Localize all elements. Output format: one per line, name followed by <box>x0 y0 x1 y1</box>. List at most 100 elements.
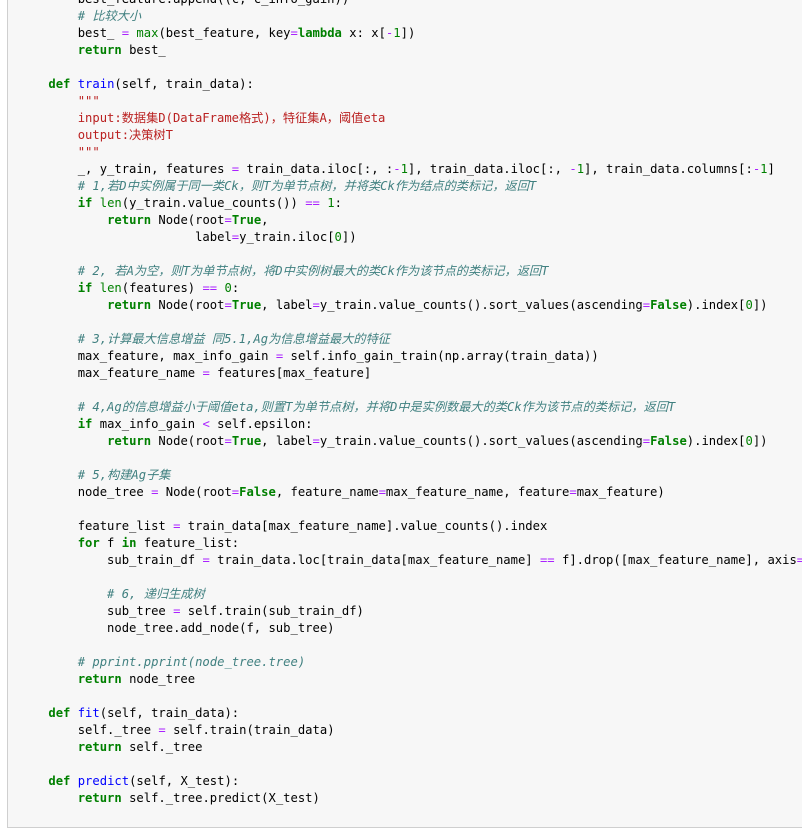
builtin: max <box>136 26 159 40</box>
code-text: (y_train.value_counts()) <box>121 196 306 210</box>
code-text: f <box>99 536 122 550</box>
operator: = <box>158 723 166 737</box>
code-text: node_tree <box>121 672 196 686</box>
comment: # 4,Ag的信息增益小于阈值eta,则置T为单节点树，并将D中是实例数最大的类… <box>19 400 676 414</box>
code-line: # 5,构建Ag子集 <box>19 467 802 484</box>
code-text: : <box>231 281 240 295</box>
code-text: ]) <box>752 298 768 312</box>
code-text: node_tree.add_node(f, sub_tree) <box>19 621 335 635</box>
code-text: Node(root <box>151 434 225 448</box>
keyword: def <box>48 77 71 91</box>
code-line: node_tree = Node(root = False, feature_nam… <box>19 484 802 501</box>
function-name: fit <box>77 706 100 720</box>
operator: == <box>539 553 555 567</box>
string: output:决策树T <box>19 128 173 142</box>
code-text: node_tree <box>19 485 152 499</box>
code-text: self._tree <box>121 740 203 754</box>
keyword: def <box>48 706 71 720</box>
code-line: sub_tree = self.train(sub_train_df) <box>19 603 802 620</box>
code-text: sub_tree <box>19 604 174 618</box>
builtin: len <box>99 281 122 295</box>
operator: = <box>224 298 232 312</box>
code-line: for f in feature_list: <box>19 535 802 552</box>
operator: = <box>312 298 320 312</box>
code-line: # 2, 若A为空，则T为单节点树，将D中实例树最大的类Ck作为该节点的类标记，… <box>19 263 802 280</box>
comment: # 6, 递归生成树 <box>19 587 205 601</box>
operator: - <box>393 162 401 176</box>
code-line: # 4,Ag的信息增益小于阈值eta,则置T为单节点树，并将D中是实例数最大的类… <box>19 399 802 416</box>
function-name: train <box>77 77 115 91</box>
code-text: y_train.iloc[ <box>239 230 335 244</box>
code-text: self.train(sub_train_df) <box>180 604 364 618</box>
code-line: best_feature.append((c, c_info_gain)) <box>19 0 802 8</box>
function-name: predict <box>77 774 130 788</box>
code-line: # 比较大小 <box>19 8 802 25</box>
code-line: max_feature_name = features[max_feature] <box>19 365 802 382</box>
code-text: label <box>19 230 232 244</box>
operator: = <box>642 434 651 448</box>
code-text: ], train_data.columns[: <box>584 162 753 176</box>
number: 1 <box>760 162 768 176</box>
code-text: f].drop([max_feature_name], axis <box>554 553 797 567</box>
code-text: y_train.value_counts().sort_values(ascen… <box>319 434 643 448</box>
code-line: max_feature, max_info_gain = self.info_g… <box>19 348 802 365</box>
operator: = <box>796 553 802 567</box>
builtin: len <box>99 196 122 210</box>
keyword: True <box>231 434 262 448</box>
keyword: True <box>231 213 262 227</box>
code-line: def predict(self, X_test): <box>19 773 802 790</box>
code-cell[interactable]: best_feature.append((c, c_info_gain)) # … <box>7 0 802 828</box>
code-text: ]) <box>752 434 768 448</box>
code-text: feature_list <box>19 519 174 533</box>
operator: < <box>202 417 210 431</box>
comment: # 2, 若A为空，则T为单节点树，将D中实例树最大的类Ck作为该节点的类标记，… <box>19 264 549 278</box>
code-text: max_feature_name <box>19 366 203 380</box>
keyword: False <box>239 485 276 499</box>
operator: = <box>569 485 577 499</box>
code-text: feature_list: <box>136 536 240 550</box>
code-text: (best_feature, key <box>158 26 291 40</box>
code-text: ] <box>767 162 775 176</box>
code-text: train_data[max_feature_name].value_count… <box>180 519 548 533</box>
code-text: best_feature.append((c, c_info_gain)) <box>19 0 350 6</box>
number: 1 <box>393 26 401 40</box>
number: 0 <box>745 298 753 312</box>
code-text: (self, train_data): <box>99 706 240 720</box>
operator: = <box>224 434 232 448</box>
number: 1 <box>400 162 408 176</box>
code-text: sub_train_df <box>19 553 203 567</box>
code-text: y_train.value_counts().sort_values(ascen… <box>319 298 643 312</box>
operator: = <box>202 366 210 380</box>
operator: == <box>202 281 218 295</box>
code-text: Node(root <box>151 298 225 312</box>
code-line: feature_list = train_data[max_feature_na… <box>19 518 802 535</box>
code-editor[interactable]: best_feature.append((c, c_info_gain)) # … <box>19 0 802 807</box>
code-text: ).index[ <box>686 298 746 312</box>
keyword: for <box>77 536 100 550</box>
code-line: return self._tree <box>19 739 802 756</box>
operator: = <box>312 434 320 448</box>
code-line: node_tree.add_node(f, sub_tree) <box>19 620 802 637</box>
code-text: max_feature) <box>576 485 665 499</box>
operator: - <box>569 162 577 176</box>
code-line: output:决策树T <box>19 127 802 144</box>
code-line: return Node(root=True, label=y_train.val… <box>19 433 802 450</box>
code-text: : <box>334 196 342 210</box>
code-text: self.info_gain_train(np.array(train_data… <box>283 349 599 363</box>
keyword: return <box>77 43 122 57</box>
code-line: return Node(root=True, label=y_train.val… <box>19 297 802 314</box>
code-text: self._tree.predict(X_test) <box>121 791 320 805</box>
operator: == <box>305 196 320 210</box>
code-text: train_data.loc[train_data[max_feature_na… <box>209 553 540 567</box>
